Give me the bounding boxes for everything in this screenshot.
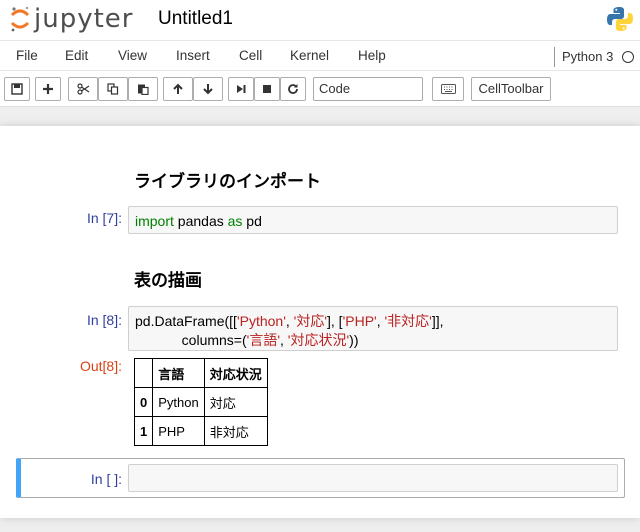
refresh-icon xyxy=(288,84,298,94)
arrow-down-icon xyxy=(203,84,213,95)
save-icon xyxy=(11,83,23,95)
code-token: ]], xyxy=(431,313,444,329)
python-logo-icon xyxy=(607,7,633,31)
code-token: pandas xyxy=(173,213,228,229)
code-cell-input-empty[interactable] xyxy=(128,464,618,492)
code-token: import xyxy=(135,213,174,229)
markdown-heading-import[interactable]: ライブラリのインポート xyxy=(134,167,321,192)
stop-icon xyxy=(263,85,271,93)
code-token: 'PHP' xyxy=(342,313,377,329)
markdown-heading-table[interactable]: 表の描画 xyxy=(134,266,202,291)
code-cell-input[interactable]: pd.DataFrame([['Python', '対応'], ['PHP', … xyxy=(128,306,618,351)
notebook-title[interactable]: Untitled1 xyxy=(158,8,233,30)
move-up-button[interactable] xyxy=(163,77,193,101)
code-token: '対応' xyxy=(293,313,328,329)
copy-button[interactable] xyxy=(98,77,128,101)
table-row: 1 PHP 非対応 xyxy=(133,416,268,446)
code-token: pd.DataFrame([[ xyxy=(135,313,237,329)
row-index: 0 xyxy=(133,387,154,417)
column-header: 言語 xyxy=(152,358,205,388)
celltoolbar-button[interactable]: CellToolbar xyxy=(471,77,551,101)
logo-text: jupyter xyxy=(34,4,134,34)
paste-button[interactable] xyxy=(128,77,158,101)
row-index: 1 xyxy=(133,416,154,446)
keyboard-icon xyxy=(440,84,456,94)
toolbar: Code CellToolbar xyxy=(0,71,640,107)
cell-type-select[interactable]: Code xyxy=(313,77,423,101)
code-token: as xyxy=(227,213,243,229)
menubar: File Edit View Insert Cell Kernel Help P… xyxy=(0,40,640,71)
save-button[interactable] xyxy=(4,77,30,101)
menu-cell[interactable]: Cell xyxy=(239,48,262,63)
table-cell: 非対応 xyxy=(203,416,268,446)
code-token: '言語' xyxy=(246,332,281,348)
output-prompt: Out[8]: xyxy=(79,358,122,374)
table-cell: Python xyxy=(152,387,205,417)
step-forward-icon xyxy=(237,85,246,93)
notebook-container: ライブラリのインポート In [7]: import pandas as pd … xyxy=(0,126,640,518)
code-token: '非対応' xyxy=(384,313,432,329)
restart-button[interactable] xyxy=(280,77,306,101)
code-token: , xyxy=(280,332,288,348)
input-prompt: In [8]: xyxy=(86,312,122,328)
code-token: )) xyxy=(349,332,359,348)
code-token: '対応状況' xyxy=(287,332,350,348)
paste-icon xyxy=(138,84,149,95)
column-header: 対応状況 xyxy=(203,358,268,388)
menu-insert[interactable]: Insert xyxy=(176,48,210,63)
run-button[interactable] xyxy=(228,77,254,101)
copy-icon xyxy=(107,83,119,95)
menu-view[interactable]: View xyxy=(118,48,147,63)
code-token: columns=( xyxy=(135,332,247,348)
menu-help[interactable]: Help xyxy=(358,48,386,63)
code-token: 'Python' xyxy=(236,313,286,329)
kernel-indicator[interactable]: Python 3 xyxy=(554,47,613,67)
input-prompt: In [7]: xyxy=(86,210,122,226)
code-token: , xyxy=(285,313,294,329)
table-cell: PHP xyxy=(152,416,205,446)
arrow-up-icon xyxy=(173,83,183,94)
jupyter-orbit-icon xyxy=(10,6,30,32)
insert-cell-button[interactable] xyxy=(35,77,61,101)
index-header xyxy=(133,358,154,388)
plus-icon xyxy=(43,84,53,94)
dataframe-table: 言語 対応状況 0 Python 対応 1 PHP 非対応 xyxy=(133,358,268,446)
command-palette-button[interactable] xyxy=(432,77,464,101)
code-token: pd xyxy=(242,213,262,229)
kernel-status-circle-icon xyxy=(622,51,634,63)
menu-file[interactable]: File xyxy=(16,48,38,63)
code-cell-input[interactable]: import pandas as pd xyxy=(128,206,618,234)
interrupt-button[interactable] xyxy=(254,77,280,101)
code-token: ], [ xyxy=(327,313,343,329)
input-prompt: In [ ]: xyxy=(90,471,122,487)
table-header-row: 言語 対応状況 xyxy=(133,358,268,388)
table-row: 0 Python 対応 xyxy=(133,387,268,417)
table-cell: 対応 xyxy=(203,387,268,417)
scissors-icon xyxy=(76,83,89,95)
move-down-button[interactable] xyxy=(193,77,223,101)
code-token: , xyxy=(376,313,385,329)
header: jupyter Untitled1 xyxy=(0,0,640,40)
cut-button[interactable] xyxy=(68,77,98,101)
menu-kernel[interactable]: Kernel xyxy=(290,48,329,63)
jupyter-logo[interactable]: jupyter xyxy=(10,4,133,34)
menu-edit[interactable]: Edit xyxy=(65,48,88,63)
